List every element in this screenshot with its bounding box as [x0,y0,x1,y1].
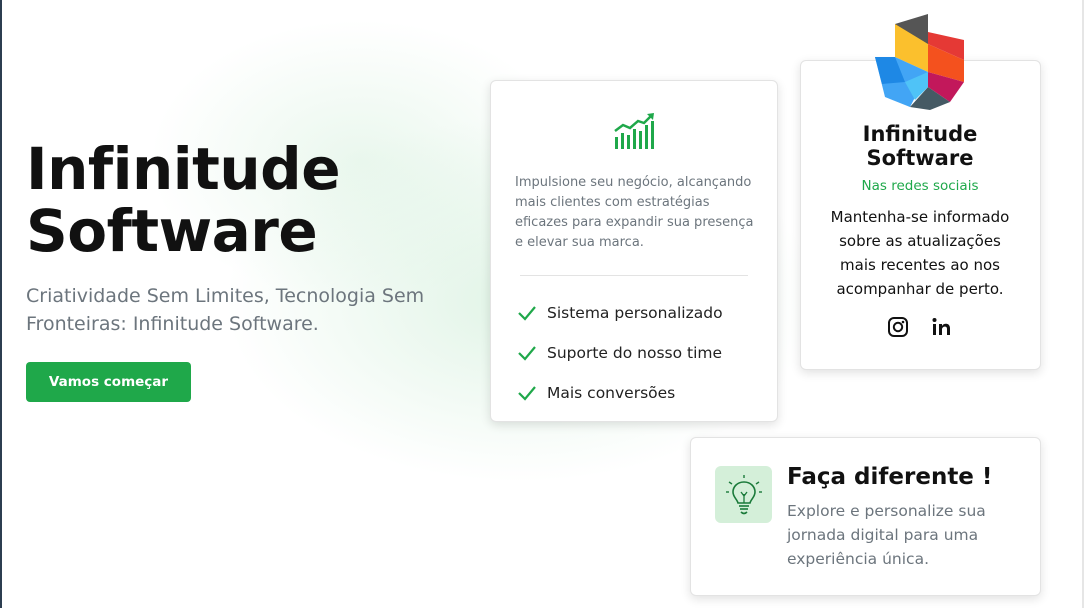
check-icon [518,306,536,321]
features-description: Impulsione seu negócio, alcançando mais … [515,175,754,250]
hero-title: Infinitude Software [26,135,341,265]
get-started-button[interactable]: Vamos começar [26,362,191,402]
features-card: Impulsione seu negócio, alcançando mais … [490,80,778,422]
social-card-subtitle: Nas redes sociais [861,178,979,194]
features-divider [520,275,748,276]
check-icon [518,386,536,401]
social-card-title: Infinitude Software [800,122,1040,170]
social-title-line-2: Software [866,146,974,170]
different-card-description: Explore e personalize sua jornada digita… [787,502,986,568]
feature-item: Mais conversões [517,373,723,413]
feature-label: Suporte do nosso time [547,344,723,362]
hero-title-line-2: Software [26,197,318,265]
different-card: Faça diferente ! Explore e personalize s… [690,437,1041,596]
different-card-title: Faça diferente ! [787,464,993,490]
check-icon [518,346,536,361]
feature-label: Mais conversões [547,384,676,402]
hero-title-line-1: Infinitude [26,135,341,203]
window-edge-left [0,0,2,608]
linkedin-icon[interactable] [930,316,952,338]
lightbulb-icon-box [715,466,772,523]
social-card-description: Mantenha-se informado sobre as atualizaç… [830,208,1010,298]
feature-label: Sistema personalizado [547,304,723,322]
feature-item: Sistema personalizado [517,293,723,333]
feature-item: Suporte do nosso time [517,333,723,373]
features-list: Sistema personalizado Suporte do nosso t… [517,293,723,413]
hero-subtitle: Criatividade Sem Limites, Tecnologia Sem… [26,285,425,335]
instagram-icon[interactable] [887,316,909,338]
infinitude-logo [875,14,964,110]
social-title-line-1: Infinitude [862,122,978,146]
growth-chart-icon [614,113,654,149]
lightbulb-icon [725,474,762,514]
